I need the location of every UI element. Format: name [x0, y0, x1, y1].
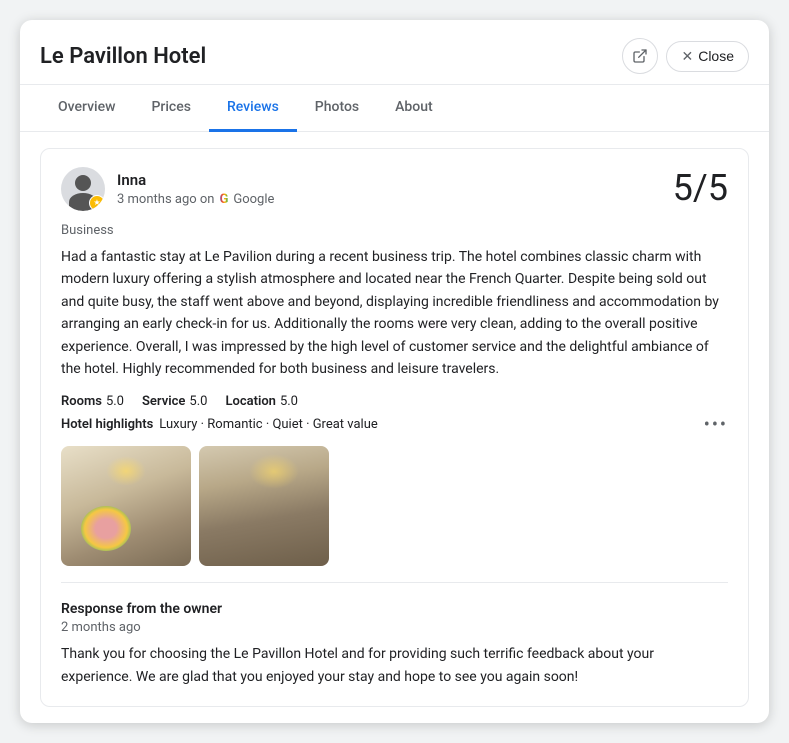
- response-date: 2 months ago: [61, 620, 728, 635]
- divider: [61, 582, 728, 583]
- tab-prices[interactable]: Prices: [133, 85, 208, 132]
- hotel-title: Le Pavillon Hotel: [40, 44, 206, 69]
- tab-overview[interactable]: Overview: [40, 85, 133, 132]
- more-options-button[interactable]: •••: [704, 414, 728, 435]
- owner-response: Response from the owner 2 months ago Tha…: [61, 597, 728, 688]
- highlights-row: Hotel highlights Luxury · Romantic · Qui…: [61, 417, 728, 432]
- location-rating: Location 5.0: [225, 394, 298, 409]
- rooms-rating: Rooms 5.0: [61, 394, 124, 409]
- close-button[interactable]: ✕ Close: [666, 41, 749, 72]
- review-card: ★ Inna 3 months ago on G Google 5/5: [40, 148, 749, 707]
- response-title: Response from the owner: [61, 601, 728, 617]
- photos-row: [61, 446, 728, 566]
- reviewer-badge: ★: [89, 195, 105, 211]
- rating-score: 5/5: [673, 167, 728, 209]
- reviewer-date: 3 months ago on G Google: [117, 192, 274, 207]
- close-label: Close: [698, 48, 734, 64]
- tab-bar: Overview Prices Reviews Photos About: [20, 85, 769, 132]
- avatar: ★: [61, 167, 105, 211]
- x-icon: ✕: [681, 48, 693, 65]
- google-logo: G: [219, 192, 228, 207]
- external-link-icon: [632, 48, 648, 64]
- tab-reviews[interactable]: Reviews: [209, 85, 297, 132]
- external-link-button[interactable]: [622, 38, 658, 74]
- review-category: Business: [61, 223, 728, 238]
- highlights-values: Luxury · Romantic · Quiet · Great value: [159, 417, 378, 432]
- main-content: ★ Inna 3 months ago on G Google 5/5: [20, 132, 769, 723]
- main-window: Le Pavillon Hotel ✕ Close Overview Price…: [20, 20, 769, 723]
- service-rating: Service 5.0: [142, 394, 207, 409]
- tab-photos[interactable]: Photos: [297, 85, 377, 132]
- header-actions: ✕ Close: [622, 38, 749, 74]
- tab-about[interactable]: About: [377, 85, 451, 132]
- reviewer-name: Inna: [117, 171, 274, 189]
- header: Le Pavillon Hotel ✕ Close: [20, 20, 769, 85]
- response-text: Thank you for choosing the Le Pavillon H…: [61, 643, 728, 688]
- review-header: ★ Inna 3 months ago on G Google 5/5: [61, 167, 728, 211]
- hotel-photo-1[interactable]: [61, 446, 191, 566]
- badge-star-icon: ★: [93, 199, 100, 207]
- reviewer-meta: Inna 3 months ago on G Google: [117, 171, 274, 207]
- rating-breakdown: Rooms 5.0 Service 5.0 Location 5.0: [61, 394, 728, 409]
- review-text: Had a fantastic stay at Le Pavilion duri…: [61, 246, 728, 380]
- highlights-label: Hotel highlights: [61, 417, 153, 432]
- hotel-photo-2[interactable]: [199, 446, 329, 566]
- reviewer-info: ★ Inna 3 months ago on G Google: [61, 167, 274, 211]
